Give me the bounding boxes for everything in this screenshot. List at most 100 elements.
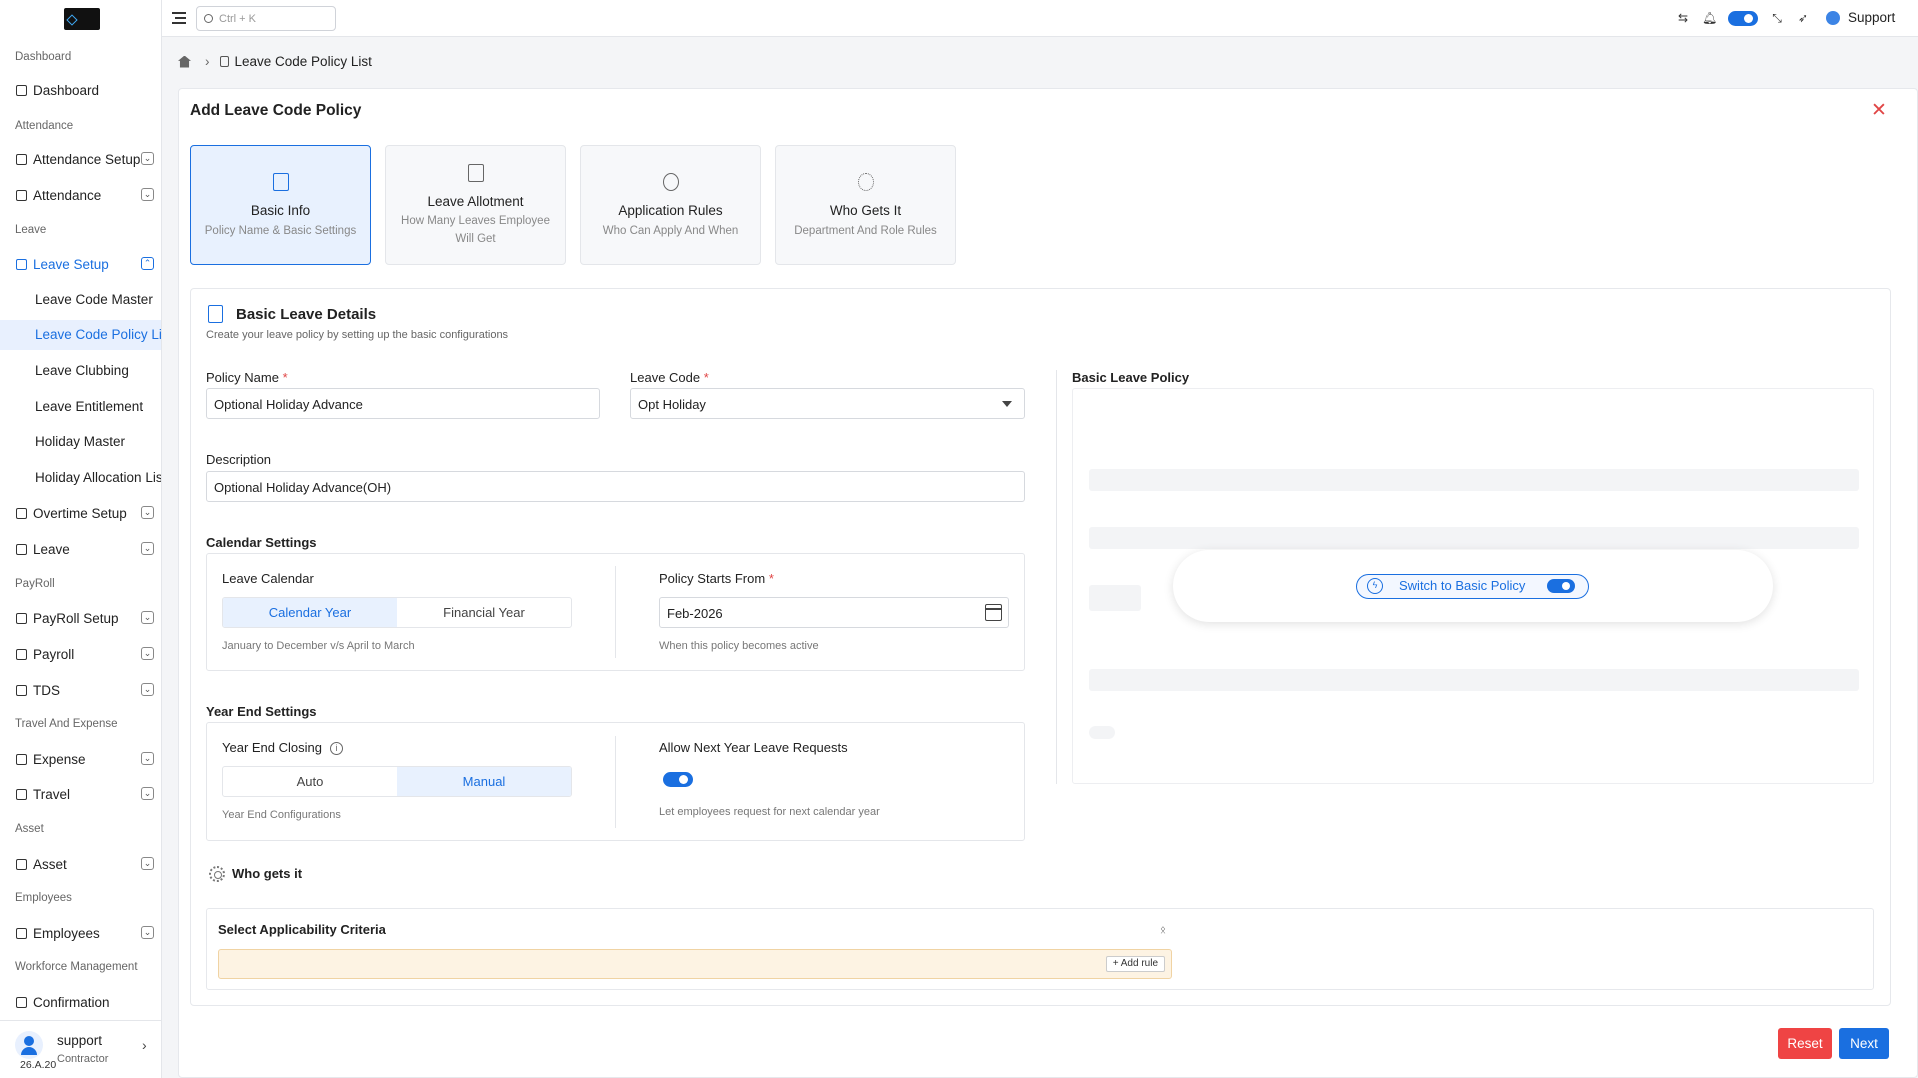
sidebar-item-confirmation[interactable]: Confirmation (16, 988, 161, 1016)
calendar-settings-title: Calendar Settings (206, 535, 317, 550)
step-who-gets-it[interactable]: Who Gets It Department And Role Rules (775, 145, 956, 265)
support-menu[interactable]: Support (1848, 10, 1895, 25)
chevron-down-icon[interactable]: ⌄ (141, 611, 154, 624)
sidebar-item-label: Overtime Setup (33, 505, 127, 521)
sidebar-subitem-leave-entitlement[interactable]: Leave Entitlement (35, 392, 161, 422)
section-employees: Employees (15, 892, 72, 904)
sidebar-item-employees[interactable]: Employees ⌄ (16, 919, 161, 947)
sidebar-item-expense[interactable]: Expense ⌄ (16, 745, 161, 773)
translate-icon[interactable]: ⇆ (1676, 11, 1690, 25)
sidebar-item-label: PayRoll Setup (33, 610, 119, 626)
year-end-closing-toggle: Auto Manual (222, 766, 572, 797)
app-logo[interactable] (64, 8, 100, 30)
chevron-down-icon[interactable]: ⌄ (141, 787, 154, 800)
sidebar-item-label: Leave Setup (33, 256, 109, 272)
section-leave: Leave (15, 224, 47, 236)
document-icon (273, 173, 289, 191)
policy-starts-label: Policy Starts From * (659, 571, 774, 586)
policy-starts-hint: When this policy becomes active (659, 640, 819, 652)
user-profile[interactable]: support Contractor 26.A.20 › (0, 1020, 161, 1078)
chevron-down-icon[interactable]: ⌄ (141, 683, 154, 696)
network-icon[interactable]: ᛟ (1160, 925, 1166, 936)
description-input[interactable]: Optional Holiday Advance(OH) (206, 471, 1025, 502)
sidebar-item-asset[interactable]: Asset ⌄ (16, 850, 161, 878)
sidebar-item-payroll[interactable]: Payroll ⌄ (16, 640, 161, 668)
step-title: Application Rules (618, 203, 723, 218)
policy-name-input[interactable]: Optional Holiday Advance (206, 388, 600, 419)
step-leave-allotment[interactable]: Leave Allotment How Many Leaves Employee… (385, 145, 566, 265)
next-button[interactable]: Next (1839, 1028, 1889, 1059)
sidebar-subitem-holiday-allocation-list[interactable]: Holiday Allocation List (35, 463, 161, 493)
fullscreen-icon[interactable]: ⤡ (1770, 11, 1784, 25)
option-manual[interactable]: Manual (397, 767, 571, 796)
option-auto[interactable]: Auto (223, 767, 397, 796)
reset-button[interactable]: Reset (1778, 1028, 1832, 1059)
year-end-settings-title: Year End Settings (206, 704, 317, 719)
sidebar-subitem-holiday-master[interactable]: Holiday Master (35, 427, 161, 457)
bell-icon[interactable]: 🔔︎ (1702, 11, 1717, 25)
sidebar-item-label: Payroll (33, 646, 75, 662)
sidebar-item-label: Asset (33, 856, 67, 872)
chevron-down-icon[interactable]: ⌄ (141, 152, 154, 165)
option-calendar-year[interactable]: Calendar Year (223, 598, 397, 627)
sidebar: Dashboard Dashboard Attendance Attendanc… (0, 0, 162, 1078)
theme-toggle[interactable] (1728, 11, 1758, 26)
sidebar-item-attendance[interactable]: Attendance ⌄ (16, 181, 161, 209)
allow-next-year-toggle[interactable] (663, 772, 693, 787)
step-subtitle: Policy Name & Basic Settings (204, 225, 357, 237)
chevron-down-icon[interactable]: ⌄ (141, 647, 154, 660)
chevron-down-icon[interactable]: ⌄ (141, 506, 154, 519)
chevron-down-icon[interactable]: ⌄ (141, 542, 154, 555)
chevron-down-icon[interactable]: ⌄ (141, 857, 154, 870)
policy-starts-date-input[interactable]: Feb-2026 (659, 597, 1009, 628)
user-icon[interactable] (1826, 11, 1840, 25)
step-basic-info[interactable]: Basic Info Policy Name & Basic Settings (190, 145, 371, 265)
sidebar-item-label: Dashboard (33, 82, 100, 98)
step-subtitle: How Many Leaves Employee Will Get (401, 215, 550, 245)
sidebar-item-dashboard[interactable]: Dashboard (16, 76, 161, 104)
search-input[interactable]: Ctrl + K (196, 6, 336, 31)
gear-icon (209, 866, 225, 882)
tds-icon (16, 684, 27, 696)
sidebar-item-tds[interactable]: TDS ⌄ (16, 676, 161, 704)
sidebar-item-attendance-setup[interactable]: Attendance Setup ⌄ (16, 145, 161, 173)
rocket-icon[interactable]: ➶ (1796, 11, 1810, 25)
sidebar-item-travel[interactable]: Travel ⌄ (16, 780, 161, 808)
chevron-up-icon[interactable]: ⌃ (141, 257, 154, 270)
home-icon[interactable] (178, 55, 191, 68)
info-icon[interactable]: i (329, 742, 343, 756)
sidebar-subitem-leave-clubbing[interactable]: Leave Clubbing (35, 356, 161, 386)
calendar-icon[interactable] (985, 604, 1002, 621)
applicability-criteria-title: Select Applicability Criteria (218, 922, 386, 937)
switch-toggle[interactable] (1547, 579, 1575, 593)
chevron-right-icon: › (205, 54, 210, 69)
chevron-down-icon[interactable]: ⌄ (141, 188, 154, 201)
chevron-down-icon[interactable]: ⌄ (141, 752, 154, 765)
leave-icon (16, 543, 27, 555)
asset-icon (16, 858, 27, 870)
sidebar-item-overtime-setup[interactable]: Overtime Setup ⌄ (16, 499, 161, 527)
leave-setup-icon (16, 258, 27, 270)
close-icon[interactable]: ✕ (1871, 101, 1887, 120)
menu-toggle-icon[interactable] (172, 12, 186, 24)
add-rule-button[interactable]: + Add rule (1105, 956, 1165, 972)
sidebar-item-payroll-setup[interactable]: PayRoll Setup ⌄ (16, 604, 161, 632)
sidebar-subitem-leave-code-policy-list[interactable]: Leave Code Policy List (0, 320, 161, 350)
leave-calendar-hint: January to December v/s April to March (222, 640, 415, 652)
leave-code-select[interactable]: Opt Holiday (630, 388, 1025, 419)
year-end-hint: Year End Configurations (222, 809, 341, 821)
section-asset: Asset (15, 823, 44, 835)
leave-code-value: Opt Holiday (638, 397, 706, 412)
switch-to-basic-policy-button[interactable]: ϟ Switch to Basic Policy (1356, 574, 1589, 599)
sidebar-subitem-leave-code-master[interactable]: Leave Code Master (35, 285, 161, 315)
step-application-rules[interactable]: Application Rules Who Can Apply And When (580, 145, 761, 265)
payroll-icon (16, 648, 27, 660)
page-icon (219, 56, 229, 67)
breadcrumb: › Leave Code Policy List (178, 54, 372, 69)
sidebar-item-leave-setup[interactable]: Leave Setup ⌃ (16, 250, 161, 278)
chevron-down-icon[interactable]: ⌄ (141, 926, 154, 939)
chevron-right-icon[interactable]: › (142, 1037, 147, 1053)
section-travel-and-expense: Travel And Expense (15, 718, 118, 730)
sidebar-item-leave[interactable]: Leave ⌄ (16, 535, 161, 563)
option-financial-year[interactable]: Financial Year (397, 598, 571, 627)
